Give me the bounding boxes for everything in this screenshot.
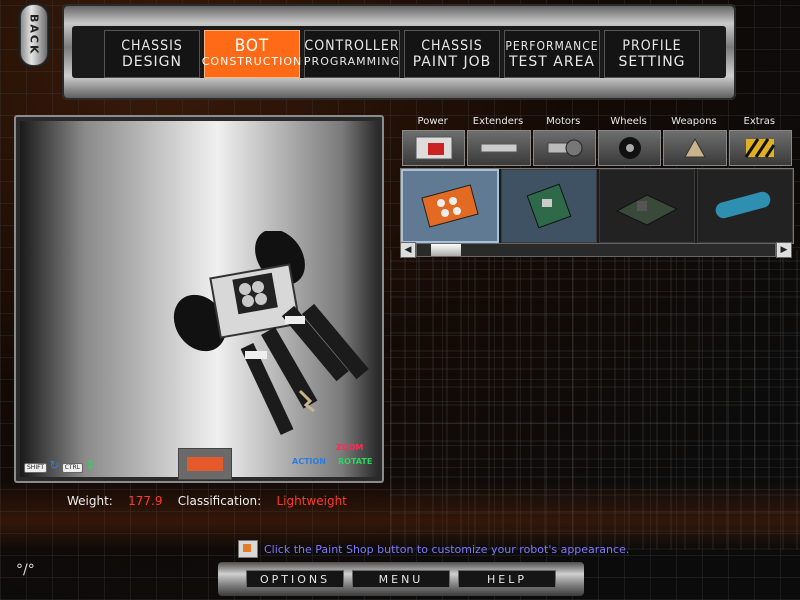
battery-board-icon <box>421 184 479 228</box>
tab-label: BOT <box>234 36 270 56</box>
category-extenders-button[interactable] <box>467 130 531 166</box>
classification-label: Classification: <box>177 494 262 508</box>
robot-stats: Weight: 177.9 Classification: Lightweigh… <box>67 494 347 508</box>
tab-performance-test-area[interactable]: PERFORMANCE TEST AREA <box>504 30 600 78</box>
hazard-stripe-icon <box>745 138 776 158</box>
part-category-buttons <box>402 130 792 166</box>
scroll-right-button[interactable]: ▶ <box>776 242 792 258</box>
cell <box>252 281 264 293</box>
viewport-canvas[interactable]: SHIFT ↻ CTRL ↕ ACTION ZOOM ROTATE <box>20 121 378 480</box>
shift-key-label: SHIFT <box>24 463 48 473</box>
tip-text: Click the Paint Shop button to customize… <box>264 542 630 556</box>
category-label-extras: Extras <box>743 116 776 127</box>
wheel-icon <box>618 137 641 159</box>
tab-label: DESIGN <box>122 54 182 70</box>
circuit-board-icon <box>615 194 679 226</box>
category-label-power: Power <box>417 116 448 127</box>
rotate-label: ROTATE <box>338 457 373 466</box>
battery-icon <box>415 136 453 160</box>
classification-value: Lightweight <box>276 494 347 508</box>
action-label: ACTION <box>292 457 326 466</box>
ctrl-key-label: CTRL <box>61 463 84 473</box>
weight-value: 177.9 <box>128 494 163 508</box>
robot-model[interactable] <box>170 231 390 461</box>
extender-bar-icon <box>480 143 518 153</box>
category-weapons-button[interactable] <box>663 130 727 166</box>
tab-controller-programming[interactable]: CONTROLLER PROGRAMMING <box>304 30 400 78</box>
tab-label: SETTING <box>618 54 686 70</box>
back-button[interactable]: BACK <box>20 4 48 66</box>
tab-label: TEST AREA <box>508 54 595 70</box>
category-power-button[interactable] <box>402 130 466 166</box>
cell <box>239 283 251 295</box>
bottom-menu-bar: OPTIONS MENU HELP <box>218 562 584 596</box>
category-motors-button[interactable] <box>532 130 596 166</box>
tab-profile-setting[interactable]: PROFILE SETTING <box>604 30 700 78</box>
selected-part-thumbnail[interactable] <box>178 448 232 480</box>
part-item-battery-board[interactable] <box>401 169 499 243</box>
back-label: BACK <box>27 14 41 56</box>
arm-joint <box>245 351 267 359</box>
weight-label: Weight: <box>67 494 113 508</box>
arm-joint <box>285 316 305 324</box>
view-controls-hint: SHIFT ↻ CTRL ↕ <box>24 458 95 473</box>
zoom-label: ZOOM <box>336 443 364 452</box>
paint-shop-icon <box>238 540 258 558</box>
scroll-track[interactable] <box>416 243 776 257</box>
action-legend: ACTION ZOOM ROTATE <box>292 443 372 471</box>
tab-bot-construction[interactable]: BOT CONSTRUCTION <box>201 30 303 78</box>
tab-label: CONSTRUCTION <box>201 55 303 68</box>
tab-label: CONTROLLER <box>304 38 400 54</box>
robot-viewport[interactable]: SHIFT ↻ CTRL ↕ ACTION ZOOM ROTATE <box>14 115 384 483</box>
scroll-left-button[interactable]: ◀ <box>400 242 416 258</box>
top-nav-tabs: CHASSIS DESIGN BOT CONSTRUCTION CONTROLL… <box>104 30 700 78</box>
options-button[interactable]: OPTIONS <box>246 570 344 588</box>
tab-label: PAINT JOB <box>412 54 492 70</box>
tab-label: CHASSIS <box>121 38 183 54</box>
category-label-weapons: Weapons <box>671 116 717 127</box>
parts-scrollbar[interactable]: ◀ ▶ <box>400 242 792 258</box>
tab-label: PROGRAMMING <box>303 55 401 68</box>
part-item-circuit-board-green[interactable] <box>501 169 597 243</box>
logo-icon: °/° <box>16 562 35 578</box>
battery-pack <box>232 272 278 315</box>
tab-label: CHASSIS <box>421 38 483 54</box>
menu-button[interactable]: MENU <box>352 570 450 588</box>
scroll-thumb[interactable] <box>431 244 461 256</box>
move-view-icon[interactable]: ↕ <box>85 458 95 472</box>
category-label-wheels: Wheels <box>610 116 647 127</box>
cell <box>255 293 267 305</box>
motor-icon <box>547 139 583 157</box>
parts-list <box>400 168 794 244</box>
category-extras-button[interactable] <box>728 130 792 166</box>
help-button[interactable]: HELP <box>458 570 556 588</box>
cell <box>242 295 254 307</box>
part-thumbnail-icon <box>187 457 223 471</box>
tab-label: PROFILE <box>622 38 682 54</box>
part-item-circuit-board-dark[interactable] <box>599 169 695 243</box>
circuit-board-icon <box>526 183 572 229</box>
category-wheels-button[interactable] <box>597 130 662 166</box>
category-label-extenders: Extenders <box>472 116 524 127</box>
tip-message: Click the Paint Shop button to customize… <box>238 540 629 558</box>
tab-chassis-design[interactable]: CHASSIS DESIGN <box>104 30 200 78</box>
part-category-labels: Power Extenders Motors Wheels Weapons Ex… <box>400 116 792 127</box>
weapon-icon <box>684 137 706 158</box>
tab-chassis-paint-job[interactable]: CHASSIS PAINT JOB <box>404 30 500 78</box>
part-item-blue-canister[interactable] <box>697 169 793 243</box>
rotate-view-icon[interactable]: ↻ <box>49 458 59 472</box>
canister-icon <box>715 191 771 219</box>
category-label-motors: Motors <box>546 116 581 127</box>
tab-label: PERFORMANCE <box>505 39 599 53</box>
